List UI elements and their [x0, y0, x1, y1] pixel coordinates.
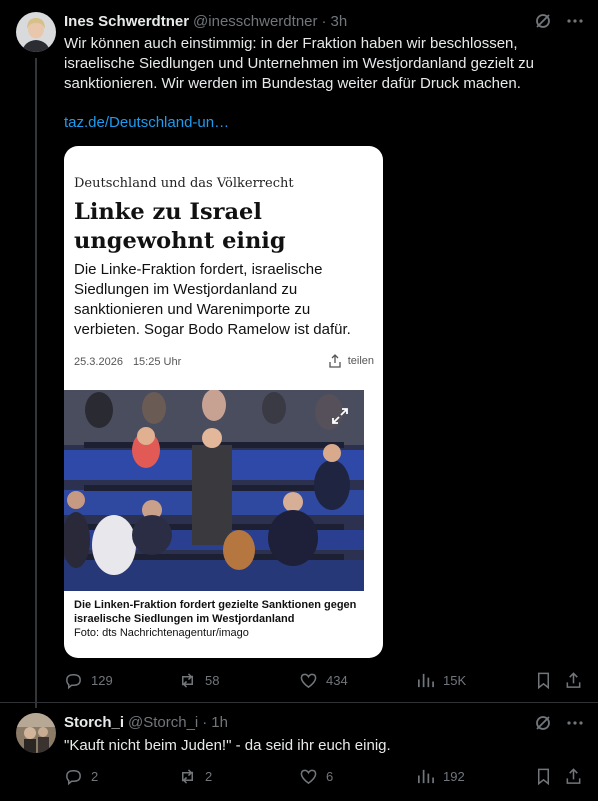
header-icons	[534, 714, 584, 737]
reply-button[interactable]: 2	[64, 767, 98, 786]
repost-button[interactable]: 2	[178, 767, 212, 786]
author-handle[interactable]: @Storch_i	[128, 714, 198, 731]
thread-line	[35, 58, 37, 708]
article-photo[interactable]	[64, 390, 364, 591]
separator: ·	[202, 714, 208, 731]
avatar[interactable]	[16, 12, 56, 52]
author-name[interactable]: Ines Schwerdtner	[64, 13, 189, 30]
tweet-actions: 2 2 6 192	[64, 767, 584, 787]
views-count: 15K	[443, 673, 467, 688]
bookmark-button[interactable]	[534, 767, 553, 786]
tweet-storch[interactable]: Storch_i @Storch_i · 1h "Kauft nicht bei…	[0, 703, 598, 801]
card-teaser: Die Linke-Fraktion fordert, israelische …	[74, 261, 351, 338]
reply-icon	[66, 770, 81, 786]
photo-caption: Die Linken-Fraktion fordert gezielte San…	[74, 598, 374, 640]
share-button[interactable]	[564, 767, 583, 786]
tweet-actions: 129 58 434 15K	[64, 671, 584, 691]
like-count: 6	[326, 769, 334, 784]
author-handle[interactable]: @inesschwerdtner	[193, 13, 317, 30]
tweet-header: Storch_i @Storch_i · 1h	[64, 714, 228, 731]
bookmark-button[interactable]	[534, 671, 553, 690]
repost-count: 58	[205, 673, 220, 688]
card-headline: Linke zu Israel ungewohnt einig	[74, 199, 286, 254]
views-icon	[417, 769, 434, 784]
like-button[interactable]: 6	[299, 767, 333, 786]
share-button[interactable]	[564, 671, 583, 690]
more-icon[interactable]	[566, 12, 584, 35]
avatar[interactable]	[16, 713, 56, 753]
card-date: 25.3.2026	[74, 356, 123, 368]
reply-count: 129	[91, 673, 113, 688]
views-button[interactable]: 15K	[416, 671, 466, 690]
caption-text: Die Linken-Fraktion fordert gezielte San…	[74, 599, 357, 625]
bookmark-icon	[537, 768, 550, 786]
views-icon	[417, 673, 434, 688]
card-kicker: Deutschland und das Völkerrecht	[74, 176, 294, 191]
bookmark-icon	[537, 672, 550, 690]
author-name[interactable]: Storch_i	[64, 714, 124, 731]
share-icon	[329, 354, 341, 368]
reply-icon	[66, 674, 81, 690]
link-card[interactable]: Deutschland und das Völkerrecht Linke zu…	[64, 146, 383, 658]
repost-icon	[181, 673, 194, 688]
views-button[interactable]: 192	[416, 767, 465, 786]
reply-count: 2	[91, 769, 99, 784]
timestamp[interactable]: 1h	[211, 714, 228, 731]
card-meta: 25.3.2026 15:25 Uhr teilen	[74, 354, 374, 368]
share-icon	[566, 672, 581, 688]
like-count: 434	[326, 673, 348, 688]
tweet-text: "Kauft nicht beim Juden!" - da seid ihr …	[64, 737, 391, 754]
reply-button[interactable]: 129	[64, 671, 113, 690]
share-icon	[566, 768, 581, 784]
repost-icon	[181, 769, 194, 784]
photo-credit: Foto: dts Nachrichtenagentur/imago	[74, 627, 249, 639]
more-icon[interactable]	[566, 714, 584, 737]
grok-icon[interactable]	[534, 714, 552, 737]
card-share[interactable]: teilen	[328, 354, 374, 368]
repost-count: 2	[205, 769, 213, 784]
header-icons	[534, 12, 584, 35]
grok-icon[interactable]	[534, 12, 552, 35]
expand-icon[interactable]	[330, 406, 350, 431]
separator: ·	[321, 13, 327, 30]
repost-button[interactable]: 58	[178, 671, 219, 690]
like-icon	[300, 769, 317, 785]
views-count: 192	[443, 769, 465, 784]
article-link[interactable]: taz.de/Deutschland-un…	[64, 114, 229, 131]
tweet-text: Wir können auch einstimmig: in der Frakt…	[64, 35, 534, 92]
card-time: 15:25 Uhr	[132, 356, 182, 368]
tweet-ines[interactable]: Ines Schwerdtner @inesschwerdtner · 3h W…	[0, 0, 598, 708]
tweet-header: Ines Schwerdtner @inesschwerdtner · 3h	[64, 13, 347, 30]
like-icon	[300, 673, 317, 689]
timestamp[interactable]: 3h	[331, 13, 348, 30]
like-button[interactable]: 434	[299, 671, 348, 690]
card-share-label: teilen	[347, 355, 374, 367]
